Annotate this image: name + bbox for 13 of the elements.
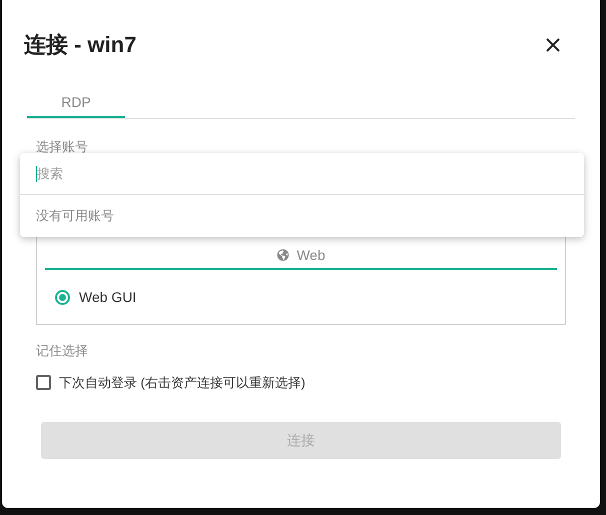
search-field[interactable]: 搜索 bbox=[36, 166, 568, 182]
protocol-tab[interactable]: RDP bbox=[27, 88, 125, 118]
option-label: Web GUI bbox=[79, 288, 136, 307]
radio-button[interactable] bbox=[55, 290, 70, 305]
checkbox[interactable] bbox=[36, 374, 51, 390]
method-tab[interactable]: Web bbox=[45, 242, 557, 270]
field-label: 选择账号 bbox=[36, 139, 89, 155]
checkbox-label: 下次自动登录 (右击资产连接可以重新选择) bbox=[59, 374, 306, 392]
close-icon[interactable] bbox=[544, 36, 562, 54]
globe-icon bbox=[276, 249, 289, 261]
empty-message: 没有可用账号 bbox=[36, 207, 114, 226]
section-label: 记住选择 bbox=[36, 342, 89, 360]
dialog-title: 连接 - win7 bbox=[24, 31, 136, 59]
